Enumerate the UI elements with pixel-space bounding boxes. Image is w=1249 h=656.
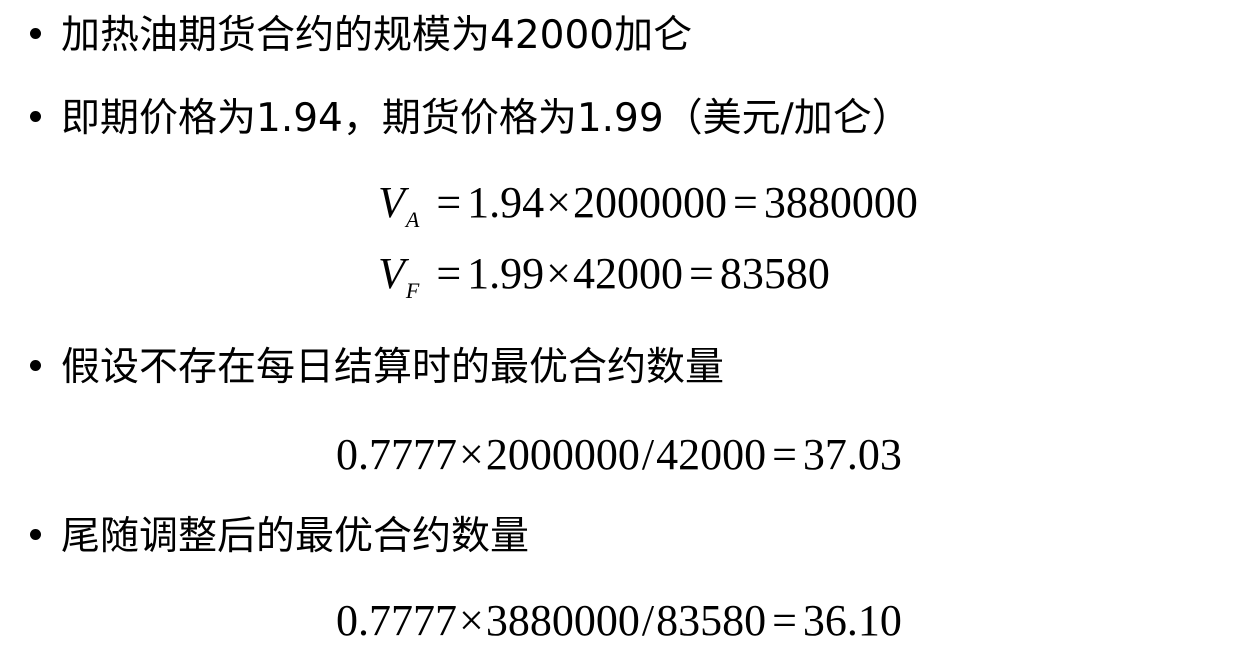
eq-operand: 2000000 [573, 178, 727, 227]
equation-optimal-tailing: 0.7777×3880000/83580 = 36.10 [336, 599, 902, 643]
equation-optimal-no-settlement: 0.7777×2000000/42000 = 37.03 [336, 433, 902, 477]
eq-result: 36.10 [802, 596, 902, 645]
eq-times: × [459, 430, 484, 479]
eq-divide: / [641, 596, 655, 645]
eq-result: 83580 [719, 249, 830, 298]
eq-subscript: F [405, 278, 420, 303]
bullet-item-no-settlement: 假设不存在每日结算时的最优合约数量 [30, 348, 724, 387]
bullet-text: 即期价格为1.94，期货价格为1.99（美元/加仑） [61, 96, 911, 141]
eq-equals: = [733, 178, 758, 227]
equation-va: VA = 1.94×2000000 = 3880000 [378, 178, 918, 231]
eq-equals: = [772, 430, 797, 479]
bullet-icon [30, 28, 41, 39]
eq-times: × [546, 249, 571, 298]
eq-operand: 42000 [573, 249, 683, 298]
equation-vf: VF = 1.99×42000 = 83580 [378, 249, 830, 302]
bullet-text: 尾随调整后的最优合约数量 [61, 514, 530, 559]
eq-equals: = [689, 249, 714, 298]
eq-variable: V [378, 178, 405, 227]
eq-equals: = [436, 249, 462, 298]
eq-times: × [546, 178, 571, 227]
eq-times: × [459, 596, 484, 645]
eq-result: 37.03 [802, 430, 902, 479]
bullet-item-tailing: 尾随调整后的最优合约数量 [30, 517, 529, 556]
eq-operand: 1.99 [467, 249, 545, 298]
eq-variable: V [378, 249, 405, 298]
eq-equals: = [436, 178, 462, 227]
eq-operand: 83580 [656, 596, 767, 645]
eq-operand: 0.7777 [336, 596, 457, 645]
eq-operand: 0.7777 [336, 430, 457, 479]
eq-divide: / [641, 430, 655, 479]
bullet-item-contract-size: 加热油期货合约的规模为42000加仑 [30, 16, 692, 55]
bullet-icon [30, 111, 41, 122]
bullet-item-prices: 即期价格为1.94，期货价格为1.99（美元/加仑） [30, 99, 911, 138]
eq-operand: 3880000 [485, 596, 640, 645]
eq-equals: = [772, 596, 797, 645]
eq-operand: 2000000 [485, 430, 640, 479]
bullet-icon [30, 529, 41, 540]
eq-result: 3880000 [763, 178, 918, 227]
eq-operand: 1.94 [467, 178, 545, 227]
eq-subscript: A [405, 207, 420, 232]
bullet-icon [30, 360, 41, 371]
bullet-text: 加热油期货合约的规模为42000加仑 [61, 13, 693, 58]
eq-operand: 42000 [656, 430, 767, 479]
bullet-text: 假设不存在每日结算时的最优合约数量 [61, 345, 725, 390]
